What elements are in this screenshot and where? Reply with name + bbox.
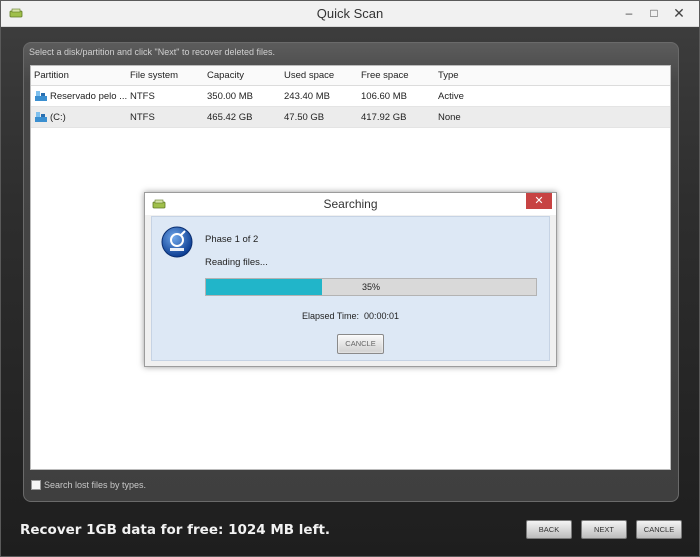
progress-label: 35% [361,282,380,292]
close-window-button[interactable]: ✕ [668,4,690,22]
minimize-button[interactable]: – [618,4,640,22]
disk-icon [35,91,47,101]
cell-used-space: 243.40 MB [284,91,330,102]
cell-file-system: NTFS [130,91,155,102]
header-type[interactable]: Type [438,70,459,81]
cell-partition: Reservado pelo ... [50,91,128,102]
search-by-types-label[interactable]: Search lost files by types. [44,480,146,490]
close-icon[interactable]: ✕ [526,193,552,209]
window-title: Quick Scan [316,6,384,21]
cell-capacity: 350.00 MB [207,91,253,102]
elapsed-time-value: 00:00:01 [364,311,400,321]
status-text: Reading files... [205,257,268,268]
back-button[interactable]: BACK [526,520,572,539]
free-quota-message: Recover 1GB data for free: 1024 MB left. [20,522,331,538]
header-capacity[interactable]: Capacity [207,70,244,81]
disk-icon [35,112,47,122]
cell-file-system: NTFS [130,112,155,123]
header-file-system[interactable]: File system [130,70,178,81]
elapsed-time-label: Elapsed Time: [302,311,360,321]
header-used-space[interactable]: Used space [284,70,334,81]
dialog-cancel-button[interactable]: CANCLE [337,334,384,354]
table-row[interactable]: (C:) NTFS 465.42 GB 47.50 GB 417.92 GB N… [31,107,670,128]
header-free-space[interactable]: Free space [361,70,409,81]
cell-type: None [438,112,461,123]
table-header: Partition File system Capacity Used spac… [31,66,670,86]
title-bar: Quick Scan – □ ✕ [1,1,699,27]
dialog-body: Phase 1 of 2 Reading files... 35% Elapse… [151,216,550,361]
search-by-types-checkbox[interactable] [31,480,41,490]
dialog-title-bar: Searching ✕ [145,193,556,215]
cell-partition: (C:) [50,112,66,123]
quick-scan-window: Quick Scan – □ ✕ Select a disk/partition… [0,0,700,557]
maximize-button[interactable]: □ [643,4,665,22]
cell-type: Active [438,91,464,102]
scan-logo-icon [161,226,193,258]
next-button[interactable]: NEXT [581,520,627,539]
instruction-text: Select a disk/partition and click "Next"… [29,47,276,57]
cell-free-space: 417.92 GB [361,112,407,123]
phase-text: Phase 1 of 2 [205,234,259,245]
cell-free-space: 106.60 MB [361,91,407,102]
cancel-button[interactable]: CANCLE [636,520,682,539]
searching-dialog: Searching ✕ Phase 1 of 2 Reading files..… [144,192,557,367]
dialog-title: Searching [323,197,378,211]
cell-capacity: 465.42 GB [207,112,253,123]
header-partition[interactable]: Partition [34,70,69,81]
cell-used-space: 47.50 GB [284,112,325,123]
table-row[interactable]: Reservado pelo ... NTFS 350.00 MB 243.40… [31,86,670,107]
progress-bar: 35% [205,278,537,296]
